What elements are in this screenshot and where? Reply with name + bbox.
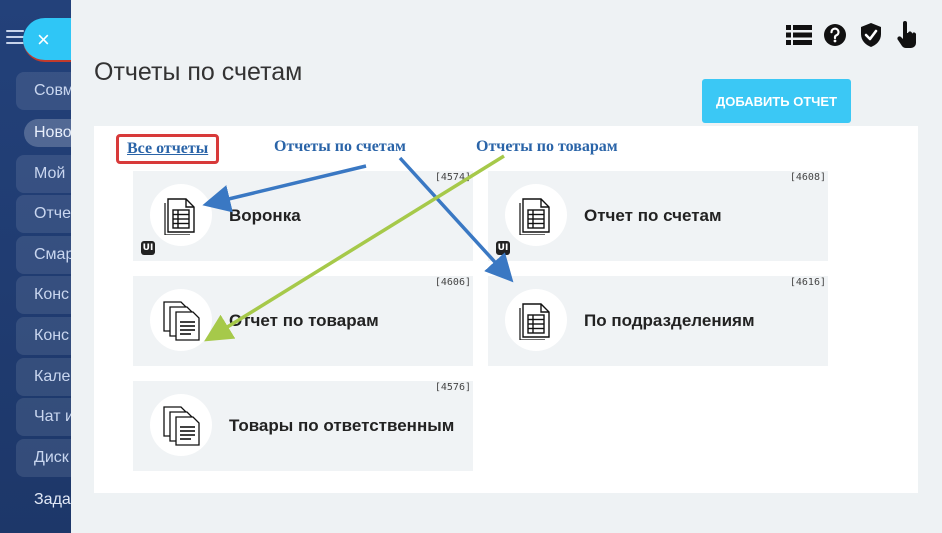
page-title: Отчеты по счетам (94, 58, 303, 86)
ui-badge: UI (141, 241, 155, 255)
report-title: По подразделениям (584, 311, 755, 330)
report-title: Воронка (229, 206, 301, 225)
report-title: Отчет по счетам (584, 206, 722, 225)
toolbar-icons (786, 21, 920, 48)
report-card[interactable]: [4608] UI Отчет по счетам (488, 171, 828, 261)
report-document-icon (150, 184, 212, 246)
tab-product-reports[interactable]: Отчеты по товарам (476, 138, 618, 156)
pointer-hand-icon[interactable] (894, 21, 920, 48)
slider-panel: Отчеты по счетам ДОБАВИТЬ ОТЧЕТ Все отче… (71, 0, 942, 533)
list-icon[interactable] (786, 22, 812, 48)
report-card[interactable]: [4606] Отчет по товарам (133, 276, 473, 366)
bg-menu-item[interactable]: Зада (34, 491, 71, 509)
report-card[interactable]: [4574] UI Воронка (133, 171, 473, 261)
report-title: Товары по ответственным (229, 416, 455, 435)
menu-icon[interactable] (6, 30, 24, 44)
help-icon[interactable] (822, 22, 848, 48)
shield-check-icon[interactable] (858, 22, 884, 48)
ui-badge: UI (496, 241, 510, 255)
tab-invoice-reports[interactable]: Отчеты по счетам (274, 138, 406, 156)
products-report-icon (150, 394, 212, 456)
background-sidebar: Совм Ново Мой Отче Смар Конс Конс Кале Ч… (0, 0, 94, 533)
report-title: Отчет по товарам (229, 311, 379, 330)
reports-content: Все отчеты Отчеты по счетам Отчеты по то… (94, 126, 918, 493)
report-document-icon (505, 184, 567, 246)
tab-all-reports[interactable]: Все отчеты (116, 134, 220, 164)
close-icon: × (37, 27, 50, 52)
report-document-icon (505, 289, 567, 351)
add-report-button[interactable]: ДОБАВИТЬ ОТЧЕТ (702, 79, 851, 123)
report-card[interactable]: [4576] Товары по ответственным (133, 381, 473, 471)
report-card[interactable]: [4616] По подразделениям (488, 276, 828, 366)
products-report-icon (150, 289, 212, 351)
